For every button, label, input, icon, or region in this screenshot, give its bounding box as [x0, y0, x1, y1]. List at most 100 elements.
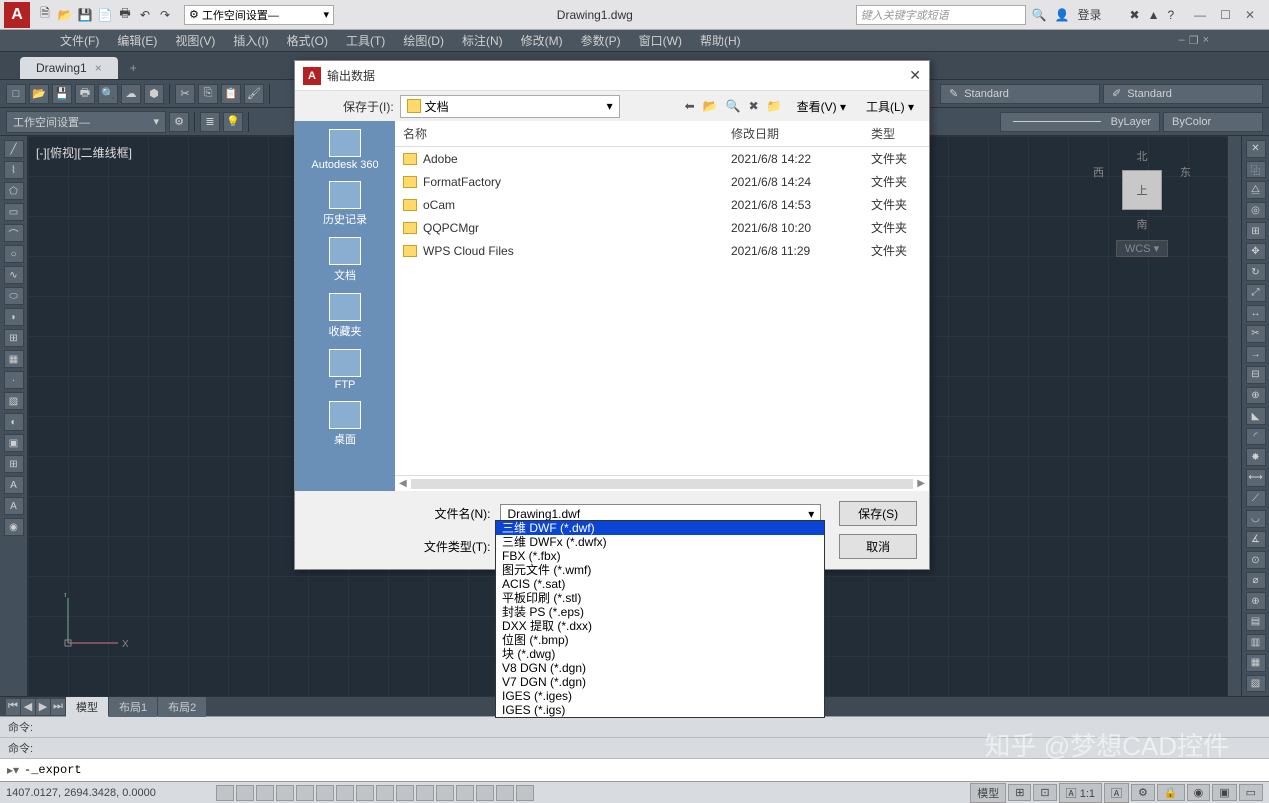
maximize-icon[interactable]: ☐ [1220, 8, 1231, 22]
polyline-icon[interactable]: ⌇ [4, 161, 24, 179]
menu-dimension[interactable]: 标注(N) [462, 32, 503, 49]
app-logo[interactable]: A [4, 2, 30, 28]
menu-insert[interactable]: 插入(I) [233, 32, 268, 49]
place-favorites[interactable]: 收藏夹 [329, 293, 362, 339]
undo-icon[interactable]: ↶ [136, 6, 154, 24]
tab-prev-icon[interactable]: ◀ [21, 699, 35, 715]
file-row[interactable]: QQPCMgr2021/6/8 10:20文件夹 [395, 216, 929, 239]
filetype-dropdown-list[interactable]: 三维 DWF (*.dwf) 三维 DWFx (*.dwfx) FBX (*.f… [495, 520, 825, 718]
col-type[interactable]: 类型 [871, 125, 921, 142]
redo-icon[interactable]: ↷ [156, 6, 174, 24]
menu-file[interactable]: 文件(F) [60, 32, 99, 49]
insert-icon[interactable]: ⊞ [4, 329, 24, 347]
tab-close-icon[interactable]: × [95, 61, 102, 75]
dim5-icon[interactable]: ⊙ [1246, 551, 1266, 569]
break-icon[interactable]: ⊟ [1246, 366, 1266, 384]
doc-minimize-icon[interactable]: – [1179, 34, 1185, 47]
dim7-icon[interactable]: ⊕ [1246, 592, 1266, 610]
lock-button[interactable]: 🔒 [1157, 784, 1185, 801]
mirror-icon[interactable]: ⧋ [1246, 181, 1266, 199]
trim-icon[interactable]: ✂ [1246, 325, 1266, 343]
col-date[interactable]: 修改日期 [731, 125, 871, 142]
fillet-icon[interactable]: ◜ [1246, 428, 1266, 446]
doc-restore-icon[interactable]: ❐ [1189, 34, 1199, 47]
hw-button[interactable]: ◉ [1187, 784, 1211, 801]
rotate-icon[interactable]: ↻ [1246, 263, 1266, 281]
command-chevron-icon[interactable]: ▸▾ [4, 763, 22, 777]
style-dropdown-2[interactable]: ✐ Standard [1103, 84, 1263, 104]
menu-format[interactable]: 格式(O) [287, 32, 328, 49]
search-icon[interactable]: 🔍 [1032, 8, 1047, 22]
grid-toggle[interactable] [236, 785, 254, 801]
preview-button[interactable]: 🔍 [98, 84, 118, 104]
open-button[interactable]: 📂 [29, 84, 49, 104]
location-dropdown[interactable]: 文档 ▾ [400, 95, 620, 118]
line-icon[interactable]: ╱ [4, 140, 24, 158]
viewcube[interactable]: 北 西 上 东 南 WCS ▾ [1097, 148, 1187, 258]
style-dropdown-1[interactable]: ✎ Standard [940, 84, 1100, 104]
polar-toggle[interactable] [276, 785, 294, 801]
copy-button[interactable]: ⎘ [198, 84, 218, 104]
tools-menu[interactable]: 工具(L) ▾ [859, 95, 921, 118]
save-button[interactable]: 保存(S) [839, 501, 917, 526]
minimize-icon[interactable]: — [1194, 8, 1206, 22]
otrack-toggle[interactable] [336, 785, 354, 801]
filetype-option[interactable]: 平板印刷 (*.stl) [496, 591, 824, 605]
3dosnap-toggle[interactable] [316, 785, 334, 801]
tab-first-icon[interactable]: ⏮ [6, 699, 20, 715]
tab-last-icon[interactable]: ⏭ [51, 699, 65, 715]
compass-south[interactable]: 南 [1137, 216, 1148, 232]
filetype-option[interactable]: FBX (*.fbx) [496, 549, 824, 563]
menu-edit[interactable]: 编辑(E) [117, 32, 157, 49]
gradient-icon[interactable]: ◐ [4, 413, 24, 431]
help-icon[interactable]: ? [1167, 8, 1174, 22]
workspace-dropdown[interactable]: ⚙ 工作空间设置— ▾ [184, 5, 334, 25]
block-icon[interactable]: ▦ [4, 350, 24, 368]
up-icon[interactable]: 📂 [701, 97, 720, 115]
match-button[interactable]: 🖌 [244, 84, 264, 104]
save-icon[interactable]: 💾 [76, 6, 94, 24]
color-dropdown[interactable]: ByColor [1163, 112, 1263, 132]
filetype-option[interactable]: IGES (*.igs) [496, 703, 824, 717]
saveas-icon[interactable]: 📄 [96, 6, 114, 24]
tab-next-icon[interactable]: ▶ [36, 699, 50, 715]
mtext-icon[interactable]: A [4, 497, 24, 515]
palette1-icon[interactable]: ▤ [1246, 613, 1266, 631]
compass-north[interactable]: 北 [1137, 148, 1148, 164]
hatch-icon[interactable]: ▨ [4, 392, 24, 410]
linetype-dropdown[interactable]: ByLayer [1000, 112, 1160, 132]
tpy-toggle[interactable] [416, 785, 434, 801]
tab-model[interactable]: 模型 [66, 697, 108, 717]
ws-settings-button[interactable]: ⚙ [169, 112, 189, 132]
grid-view-button[interactable]: ⊞ [1008, 784, 1031, 801]
filetype-option[interactable]: 三维 DWF (*.dwf) [496, 521, 824, 535]
view-label[interactable]: [-][俯视][二维线框] [36, 144, 132, 161]
move-icon[interactable]: ✥ [1246, 243, 1266, 261]
model-button[interactable]: 模型 [970, 783, 1006, 803]
paste-button[interactable]: 📋 [221, 84, 241, 104]
horizontal-scrollbar[interactable]: ◀▶ [395, 475, 929, 491]
viewcube-top[interactable]: 上 [1122, 170, 1162, 210]
layer-button[interactable]: ≣ [200, 112, 220, 132]
dim1-icon[interactable]: ⟷ [1246, 469, 1266, 487]
login-link[interactable]: 登录 [1078, 6, 1102, 23]
file-row[interactable]: Adobe2021/6/8 14:22文件夹 [395, 147, 929, 170]
chamfer-icon[interactable]: ◣ [1246, 407, 1266, 425]
publish-button[interactable]: ☁ [121, 84, 141, 104]
filetype-option[interactable]: 三维 DWFx (*.dwfx) [496, 535, 824, 549]
filetype-option[interactable]: 位图 (*.bmp) [496, 633, 824, 647]
cancel-button[interactable]: 取消 [839, 534, 917, 559]
exchange-icon[interactable]: ✖ [1130, 8, 1140, 22]
open-icon[interactable]: 📂 [56, 6, 74, 24]
cut-button[interactable]: ✂ [175, 84, 195, 104]
filetype-option[interactable]: IGES (*.iges) [496, 689, 824, 703]
dim3-icon[interactable]: ◡ [1246, 510, 1266, 528]
join-icon[interactable]: ⊕ [1246, 387, 1266, 405]
annoviz-button[interactable]: 🄰 [1104, 783, 1129, 803]
menu-window[interactable]: 窗口(W) [639, 32, 682, 49]
scale-icon[interactable]: ⤢ [1246, 284, 1266, 302]
delete-icon[interactable]: ✖ [747, 97, 761, 115]
col-name[interactable]: 名称 [403, 125, 731, 142]
palette2-icon[interactable]: ▥ [1246, 634, 1266, 652]
print-button[interactable]: 🖶 [75, 84, 95, 104]
